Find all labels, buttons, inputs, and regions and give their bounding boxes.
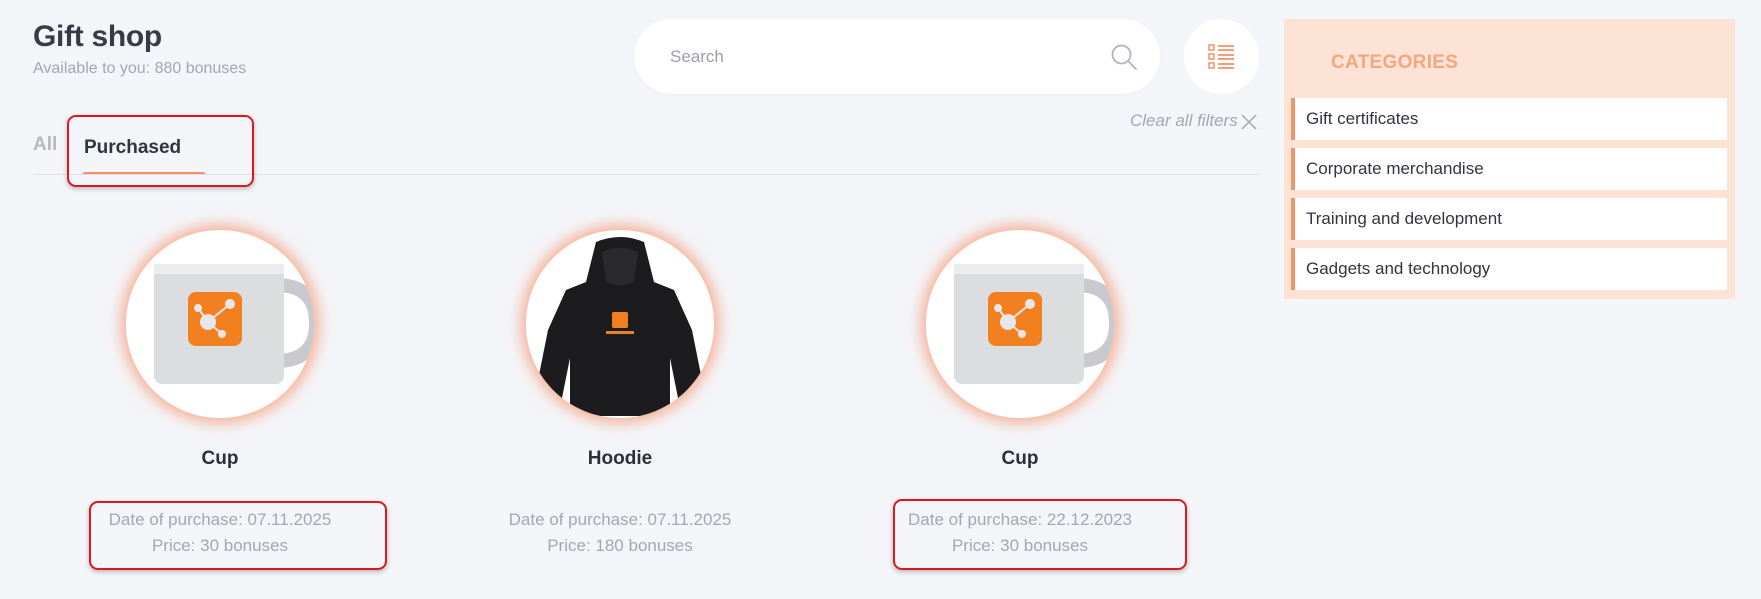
category-training-development[interactable]: Training and development <box>1291 198 1727 240</box>
category-corporate-merchandise[interactable]: Corporate merchandise <box>1291 148 1727 190</box>
product-name: Hoodie <box>587 448 653 469</box>
search-input[interactable] <box>670 19 1070 94</box>
search-box[interactable] <box>634 19 1160 94</box>
product-name: Cup <box>201 448 239 469</box>
tab-purchased[interactable]: Purchased <box>84 137 181 159</box>
product-price: Price: 30 bonuses <box>151 536 289 555</box>
clear-all-filters[interactable]: Clear all filters <box>1130 111 1238 131</box>
list-view-button[interactable] <box>1184 19 1259 94</box>
purchase-date: Date of purchase: 07.11.2025 <box>108 510 332 529</box>
tabs-divider <box>33 174 1260 175</box>
purchase-date: Date of purchase: 22.12.2023 <box>908 510 1132 529</box>
hoodie-image <box>526 230 714 418</box>
close-icon[interactable] <box>1241 114 1257 130</box>
category-gadgets-technology[interactable]: Gadgets and technology <box>1291 248 1727 290</box>
mug-image <box>126 230 314 418</box>
product-price: Price: 30 bonuses <box>951 536 1089 555</box>
category-gift-certificates[interactable]: Gift certificates <box>1291 98 1727 140</box>
list-view-icon <box>1208 44 1234 69</box>
search-icon[interactable] <box>1110 43 1138 71</box>
available-bonuses: Available to you: 880 bonuses <box>33 60 247 77</box>
mug-image <box>926 230 1114 418</box>
product-price: Price: 180 bonuses <box>547 536 693 555</box>
categories-panel: CATEGORIES Gift certificates Corporate m… <box>1284 19 1735 299</box>
product-name: Cup <box>1001 448 1039 469</box>
categories-title: CATEGORIES <box>1331 52 1459 73</box>
purchase-date: Date of purchase: 07.11.2025 <box>508 510 732 529</box>
tab-all[interactable]: All <box>33 134 57 156</box>
page-title: Gift shop <box>33 20 162 53</box>
